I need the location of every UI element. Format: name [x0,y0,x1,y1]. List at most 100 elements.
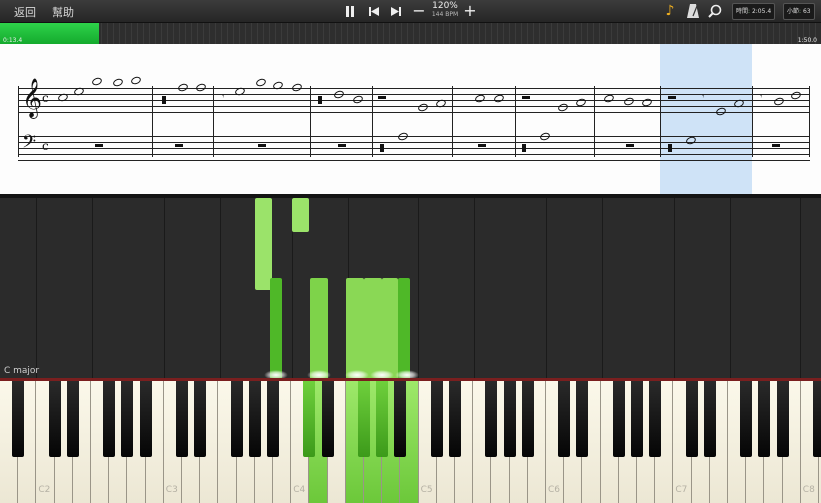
barline [594,86,595,157]
elapsed-time: 0:13.4 [3,37,23,44]
rest [162,96,166,104]
note-button[interactable]: ♪ [661,2,679,20]
zoom-icon [708,4,722,18]
piano-keyboard[interactable]: C2 C3 C4 C5 C6 C7 C8 [0,378,821,503]
black-key[interactable] [521,381,534,457]
plus-icon: + [463,1,477,20]
note [91,76,103,87]
octave-label: C6 [548,485,561,495]
black-key[interactable] [394,381,407,457]
barline [452,86,453,157]
measure-readout: 小節: 63 [783,3,815,20]
skip-forward-button[interactable] [387,2,405,20]
barline [213,86,214,157]
minus-icon: − [412,1,426,20]
black-key[interactable] [248,381,261,457]
back-button[interactable]: 返回 [14,4,36,20]
falling-note [255,198,272,290]
note [130,75,142,86]
falling-note [292,198,309,232]
black-key[interactable] [303,381,316,457]
top-toolbar: 返回 幫助 − 120% 144 BPM + ♪ 時間: 2:05.4 小節: … [0,0,821,22]
black-key[interactable] [631,381,643,457]
falling-note [346,278,364,382]
sheet-music[interactable]: 𝄞 𝄢 c c 𝄾 𝄾 𝄾 [0,44,821,194]
time-value: 2:05.4 [751,8,772,15]
skip-back-button[interactable] [365,2,383,20]
note [255,77,267,88]
black-key[interactable] [776,381,789,457]
black-key[interactable] [612,381,625,457]
rest [175,144,183,147]
falling-note [382,278,398,382]
octave-label: C5 [420,485,433,495]
octave-label: C7 [675,485,688,495]
progress-bar[interactable]: 0:13.4 1:50.0 [0,22,821,45]
pause-button[interactable] [341,2,359,20]
zoom-button[interactable] [706,2,724,20]
black-key[interactable] [267,381,279,457]
black-key[interactable] [813,381,821,457]
system-end-line [809,86,810,157]
rest [258,144,266,147]
rest [338,144,346,147]
rest [668,144,672,152]
octave-label: C2 [38,485,51,495]
metronome-button[interactable] [684,2,702,20]
note-icon: ♪ [665,3,675,19]
barline [752,86,753,157]
black-key[interactable] [176,381,188,457]
black-key[interactable] [358,381,370,457]
time-signature-bass: c [42,139,49,153]
black-key[interactable] [685,381,698,457]
key-signature-label: C major [4,366,40,376]
black-key[interactable] [740,381,753,457]
current-measure-highlight [660,44,752,194]
rest [522,144,526,152]
black-key[interactable] [430,381,443,457]
tempo-up-button[interactable]: + [461,2,479,20]
octave-label: C3 [165,485,178,495]
octave-label: C4 [293,485,306,495]
black-key[interactable] [558,381,571,457]
tempo-down-button[interactable]: − [410,2,428,20]
black-key[interactable] [103,381,116,457]
rest: 𝄾 [760,92,763,102]
black-key[interactable] [703,381,716,457]
measure-label: 小節 [787,8,800,15]
time-readout: 時間: 2:05.4 [732,3,776,20]
black-key[interactable] [649,381,662,457]
rest [668,96,676,99]
time-signature-treble: c [42,91,49,105]
black-key[interactable] [121,381,134,457]
help-button[interactable]: 幫助 [52,4,74,20]
falling-note [398,278,410,382]
black-key[interactable] [12,381,25,457]
rest [772,144,780,147]
black-key[interactable] [485,381,498,457]
black-key[interactable] [321,381,334,457]
black-key[interactable] [194,381,207,457]
barline [515,86,516,157]
black-key[interactable] [376,381,389,457]
measure-value: 63 [802,8,811,15]
black-key[interactable] [48,381,61,457]
falling-note [310,278,328,382]
black-key[interactable] [758,381,771,457]
tempo-percent: 120% [432,1,458,11]
treble-staff [18,88,810,113]
rest [626,144,634,147]
black-key[interactable] [66,381,79,457]
rest [478,144,486,147]
tempo-display: 120% 144 BPM [430,2,460,19]
black-key[interactable] [230,381,243,457]
black-key[interactable] [576,381,589,457]
barline [372,86,373,157]
black-key[interactable] [139,381,152,457]
black-key[interactable] [503,381,516,457]
skip-back-icon [369,7,379,16]
piano-roll: C major [0,194,821,382]
rest: 𝄾 [222,92,225,102]
skip-forward-icon [391,7,401,16]
black-key[interactable] [449,381,461,457]
